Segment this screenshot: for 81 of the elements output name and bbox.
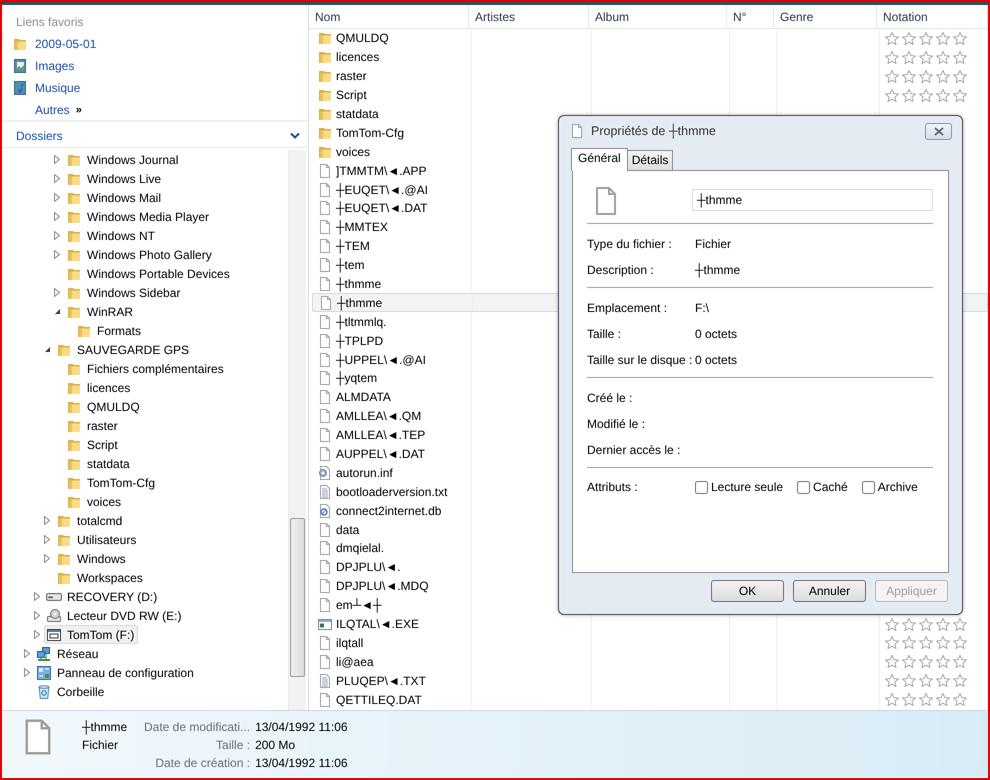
column-header[interactable]: Artistes bbox=[469, 5, 589, 28]
file-row[interactable]: QMULDQ bbox=[312, 29, 988, 48]
detail-label: Date de création : bbox=[154, 755, 250, 772]
file-name: ┼thmme bbox=[82, 719, 128, 736]
file-row[interactable]: ilqtall bbox=[312, 634, 988, 652]
tree-item[interactable]: Windows Journal bbox=[64, 150, 182, 169]
dialog-title: Propriétés de ┼thmme bbox=[591, 124, 717, 138]
tree-item[interactable]: Fichiers complémentaires bbox=[64, 359, 228, 378]
checkbox-label: Archive bbox=[878, 480, 918, 494]
tree-item[interactable]: Windows NT bbox=[64, 226, 160, 245]
column-header[interactable]: Notation bbox=[877, 5, 988, 28]
folders-header[interactable]: Dossiers bbox=[2, 125, 308, 148]
tree-item[interactable]: Windows Portable Devices bbox=[64, 264, 234, 283]
tree-item[interactable]: Formats bbox=[74, 321, 146, 340]
tree-item[interactable]: raster bbox=[64, 416, 122, 435]
checkbox-label: Lecture seule bbox=[711, 480, 784, 494]
favorite-link[interactable]: 2009-05-01 bbox=[2, 33, 96, 55]
field-label: Dernier accès le : bbox=[587, 443, 682, 457]
name-field[interactable]: ┼thmme bbox=[692, 189, 933, 211]
dialog-button[interactable]: OK bbox=[711, 580, 784, 602]
field-label: Modifié le : bbox=[587, 417, 646, 431]
tree-item[interactable]: Windows bbox=[54, 549, 130, 568]
field-value: F:\ bbox=[695, 301, 709, 315]
detail-label: Date de modificati... bbox=[144, 719, 250, 736]
tree-item[interactable]: Windows Live bbox=[64, 169, 166, 188]
more-chevron: » bbox=[76, 104, 82, 116]
field-label: Attributs : bbox=[587, 480, 639, 494]
dialog-button[interactable]: Annuler bbox=[793, 580, 866, 602]
file-row[interactable]: PLUQEP\◄.TXT bbox=[312, 671, 988, 690]
tree-item[interactable]: licences bbox=[64, 378, 134, 397]
tree-item[interactable]: QMULDQ bbox=[64, 397, 144, 416]
section-heading: Liens favoris bbox=[15, 14, 84, 31]
tree-item[interactable]: Réseau bbox=[34, 644, 102, 663]
field-label: Type du fichier : bbox=[587, 237, 673, 251]
tab[interactable]: Général bbox=[571, 148, 628, 171]
tree-item[interactable]: statdata bbox=[64, 454, 134, 473]
column-header[interactable]: Album bbox=[589, 5, 727, 28]
checkbox-label: Caché bbox=[813, 480, 848, 494]
tree-item[interactable]: voices bbox=[64, 492, 126, 511]
field-label: Emplacement : bbox=[587, 301, 668, 315]
file-row[interactable]: li@aea bbox=[312, 652, 988, 672]
detail-label: Taille : bbox=[215, 737, 250, 754]
tree-item[interactable]: RECOVERY (D:) bbox=[44, 587, 162, 606]
detail-value: 13/04/1992 11:06 bbox=[255, 719, 348, 736]
tree-item[interactable]: Windows Media Player bbox=[64, 207, 214, 226]
field-label: Créé le : bbox=[587, 391, 634, 405]
tree-item[interactable]: totalcmd bbox=[54, 511, 126, 530]
tree-item[interactable]: Windows Sidebar bbox=[64, 283, 184, 302]
file-row[interactable]: licences bbox=[312, 48, 988, 67]
tree-item[interactable]: Windows Photo Gallery bbox=[64, 245, 216, 264]
file-row[interactable]: raster bbox=[312, 66, 988, 86]
favorite-link[interactable]: Musique bbox=[2, 77, 80, 99]
favorite-link[interactable]: Images bbox=[2, 55, 74, 77]
tree-item[interactable]: Workspaces bbox=[54, 568, 147, 587]
detail-value: 13/04/1992 11:06 bbox=[255, 755, 348, 772]
tree-item[interactable]: Utilisateurs bbox=[54, 530, 140, 549]
tree-item[interactable]: SAUVEGARDE GPS bbox=[54, 340, 194, 359]
detail-value: 200 Mo bbox=[255, 737, 296, 754]
field-value: 0 octets bbox=[695, 353, 738, 367]
file-row[interactable]: Script bbox=[312, 86, 988, 105]
tree-item[interactable]: WinRAR bbox=[64, 302, 138, 321]
column-header[interactable]: N° bbox=[727, 5, 774, 28]
tree-item[interactable]: TomTom (F:) bbox=[44, 625, 138, 644]
field-label: Taille sur le disque : bbox=[587, 353, 694, 367]
tree-item[interactable]: Corbeille bbox=[34, 682, 108, 701]
column-header[interactable]: Nom bbox=[309, 5, 469, 28]
tree-item[interactable]: Windows Mail bbox=[64, 188, 166, 207]
tree-item[interactable]: Script bbox=[64, 435, 122, 454]
field-value: 0 octets bbox=[695, 327, 738, 341]
tree-item[interactable]: TomTom-Cfg bbox=[64, 473, 160, 492]
tab[interactable]: Détails bbox=[626, 150, 674, 170]
tree-item[interactable]: Lecteur DVD RW (E:) bbox=[44, 606, 186, 625]
file-type: Fichier bbox=[82, 737, 120, 754]
tree-item[interactable]: Panneau de configuration bbox=[34, 663, 198, 682]
field-value: Fichier bbox=[695, 237, 732, 251]
field-label: Taille : bbox=[587, 327, 622, 341]
field-value: ┼thmme bbox=[695, 263, 740, 277]
favorite-link[interactable]: Autres » bbox=[2, 99, 82, 121]
column-header[interactable]: Genre bbox=[774, 5, 877, 28]
field-label: Description : bbox=[587, 263, 655, 277]
file-row[interactable]: QETTILEQ.DAT bbox=[312, 690, 988, 710]
